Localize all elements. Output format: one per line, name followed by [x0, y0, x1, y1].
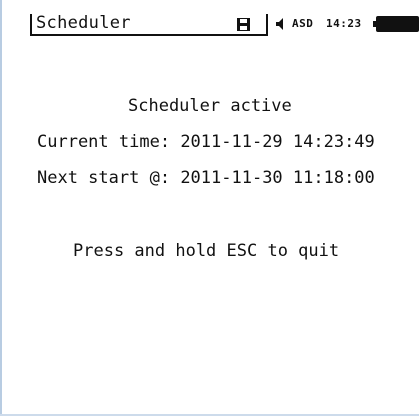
- battery-icon: [373, 16, 419, 32]
- device-screen: Scheduler ASD 14:23 Scheduler active Cur…: [0, 0, 419, 416]
- title-bracket-right: [266, 14, 268, 34]
- speaker-icon: [276, 18, 283, 30]
- title-underline: [30, 34, 268, 36]
- screen-frame-left: [0, 0, 2, 416]
- current-time-value: 2011-11-29 14:23:49: [180, 132, 375, 152]
- quit-hint: Press and hold ESC to quit: [73, 241, 340, 261]
- next-start-value: 2011-11-30 11:18:00: [180, 168, 375, 188]
- current-time-label: Current time:: [37, 132, 171, 152]
- next-start-row: Next start @: 2011-11-30 11:18:00: [37, 167, 375, 189]
- next-start-label: Next start @:: [37, 168, 171, 188]
- app-title: Scheduler: [36, 13, 131, 33]
- clock: 14:23: [326, 17, 362, 30]
- scheduler-status-heading: Scheduler active: [128, 96, 292, 116]
- title-bar: Scheduler ASD 14:23: [30, 12, 419, 36]
- current-time-row: Current time: 2011-11-29 14:23:49: [37, 131, 375, 153]
- mode-label: ASD: [292, 17, 314, 30]
- floppy-disk-icon: [237, 18, 250, 31]
- title-bracket-left: [30, 14, 32, 34]
